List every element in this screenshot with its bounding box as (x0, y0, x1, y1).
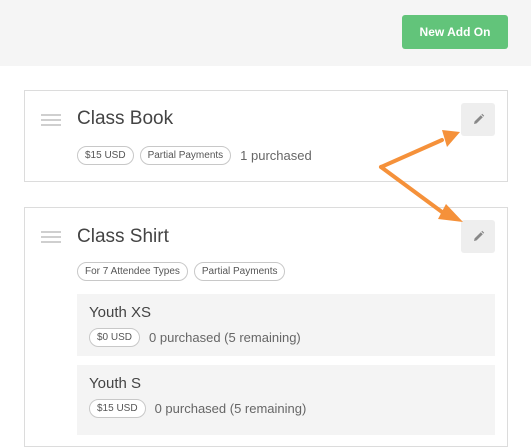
variant-row: Youth XS $0 USD 0 purchased (5 remaining… (77, 294, 495, 356)
edit-button[interactable] (461, 103, 495, 136)
edit-button[interactable] (461, 220, 495, 253)
price-badge: $15 USD (77, 146, 134, 165)
variant-status: 0 purchased (5 remaining) (149, 330, 301, 345)
purchase-count: 1 purchased (240, 148, 312, 163)
add-on-card-class-shirt: Class Shirt For 7 Attendee Types Partial… (24, 207, 508, 447)
partial-payments-badge: Partial Payments (139, 146, 232, 165)
add-on-title: Class Book (77, 108, 174, 129)
price-badge: $0 USD (89, 328, 141, 347)
variant-meta: $0 USD 0 purchased (5 remaining) (89, 328, 301, 347)
pencil-icon (473, 230, 484, 241)
add-on-title: Class Shirt (77, 226, 169, 247)
add-on-meta: For 7 Attendee Types Partial Payments (77, 262, 291, 281)
add-on-meta: $15 USD Partial Payments 1 purchased (77, 146, 312, 165)
pencil-icon (473, 113, 484, 124)
add-on-card-class-book: Class Book $15 USD Partial Payments 1 pu… (24, 90, 508, 182)
new-add-on-button[interactable]: New Add On (402, 15, 508, 49)
drag-handle-icon[interactable] (41, 114, 61, 129)
variant-name: Youth S (89, 375, 141, 392)
variant-name: Youth XS (89, 304, 151, 321)
attendee-types-badge: For 7 Attendee Types (77, 262, 188, 281)
variant-meta: $15 USD 0 purchased (5 remaining) (89, 399, 306, 418)
partial-payments-badge: Partial Payments (193, 262, 286, 281)
price-badge: $15 USD (89, 399, 146, 418)
top-toolbar: New Add On (0, 0, 531, 66)
variant-row: Youth S $15 USD 0 purchased (5 remaining… (77, 365, 495, 435)
variant-status: 0 purchased (5 remaining) (154, 401, 307, 416)
drag-handle-icon[interactable] (41, 231, 61, 246)
